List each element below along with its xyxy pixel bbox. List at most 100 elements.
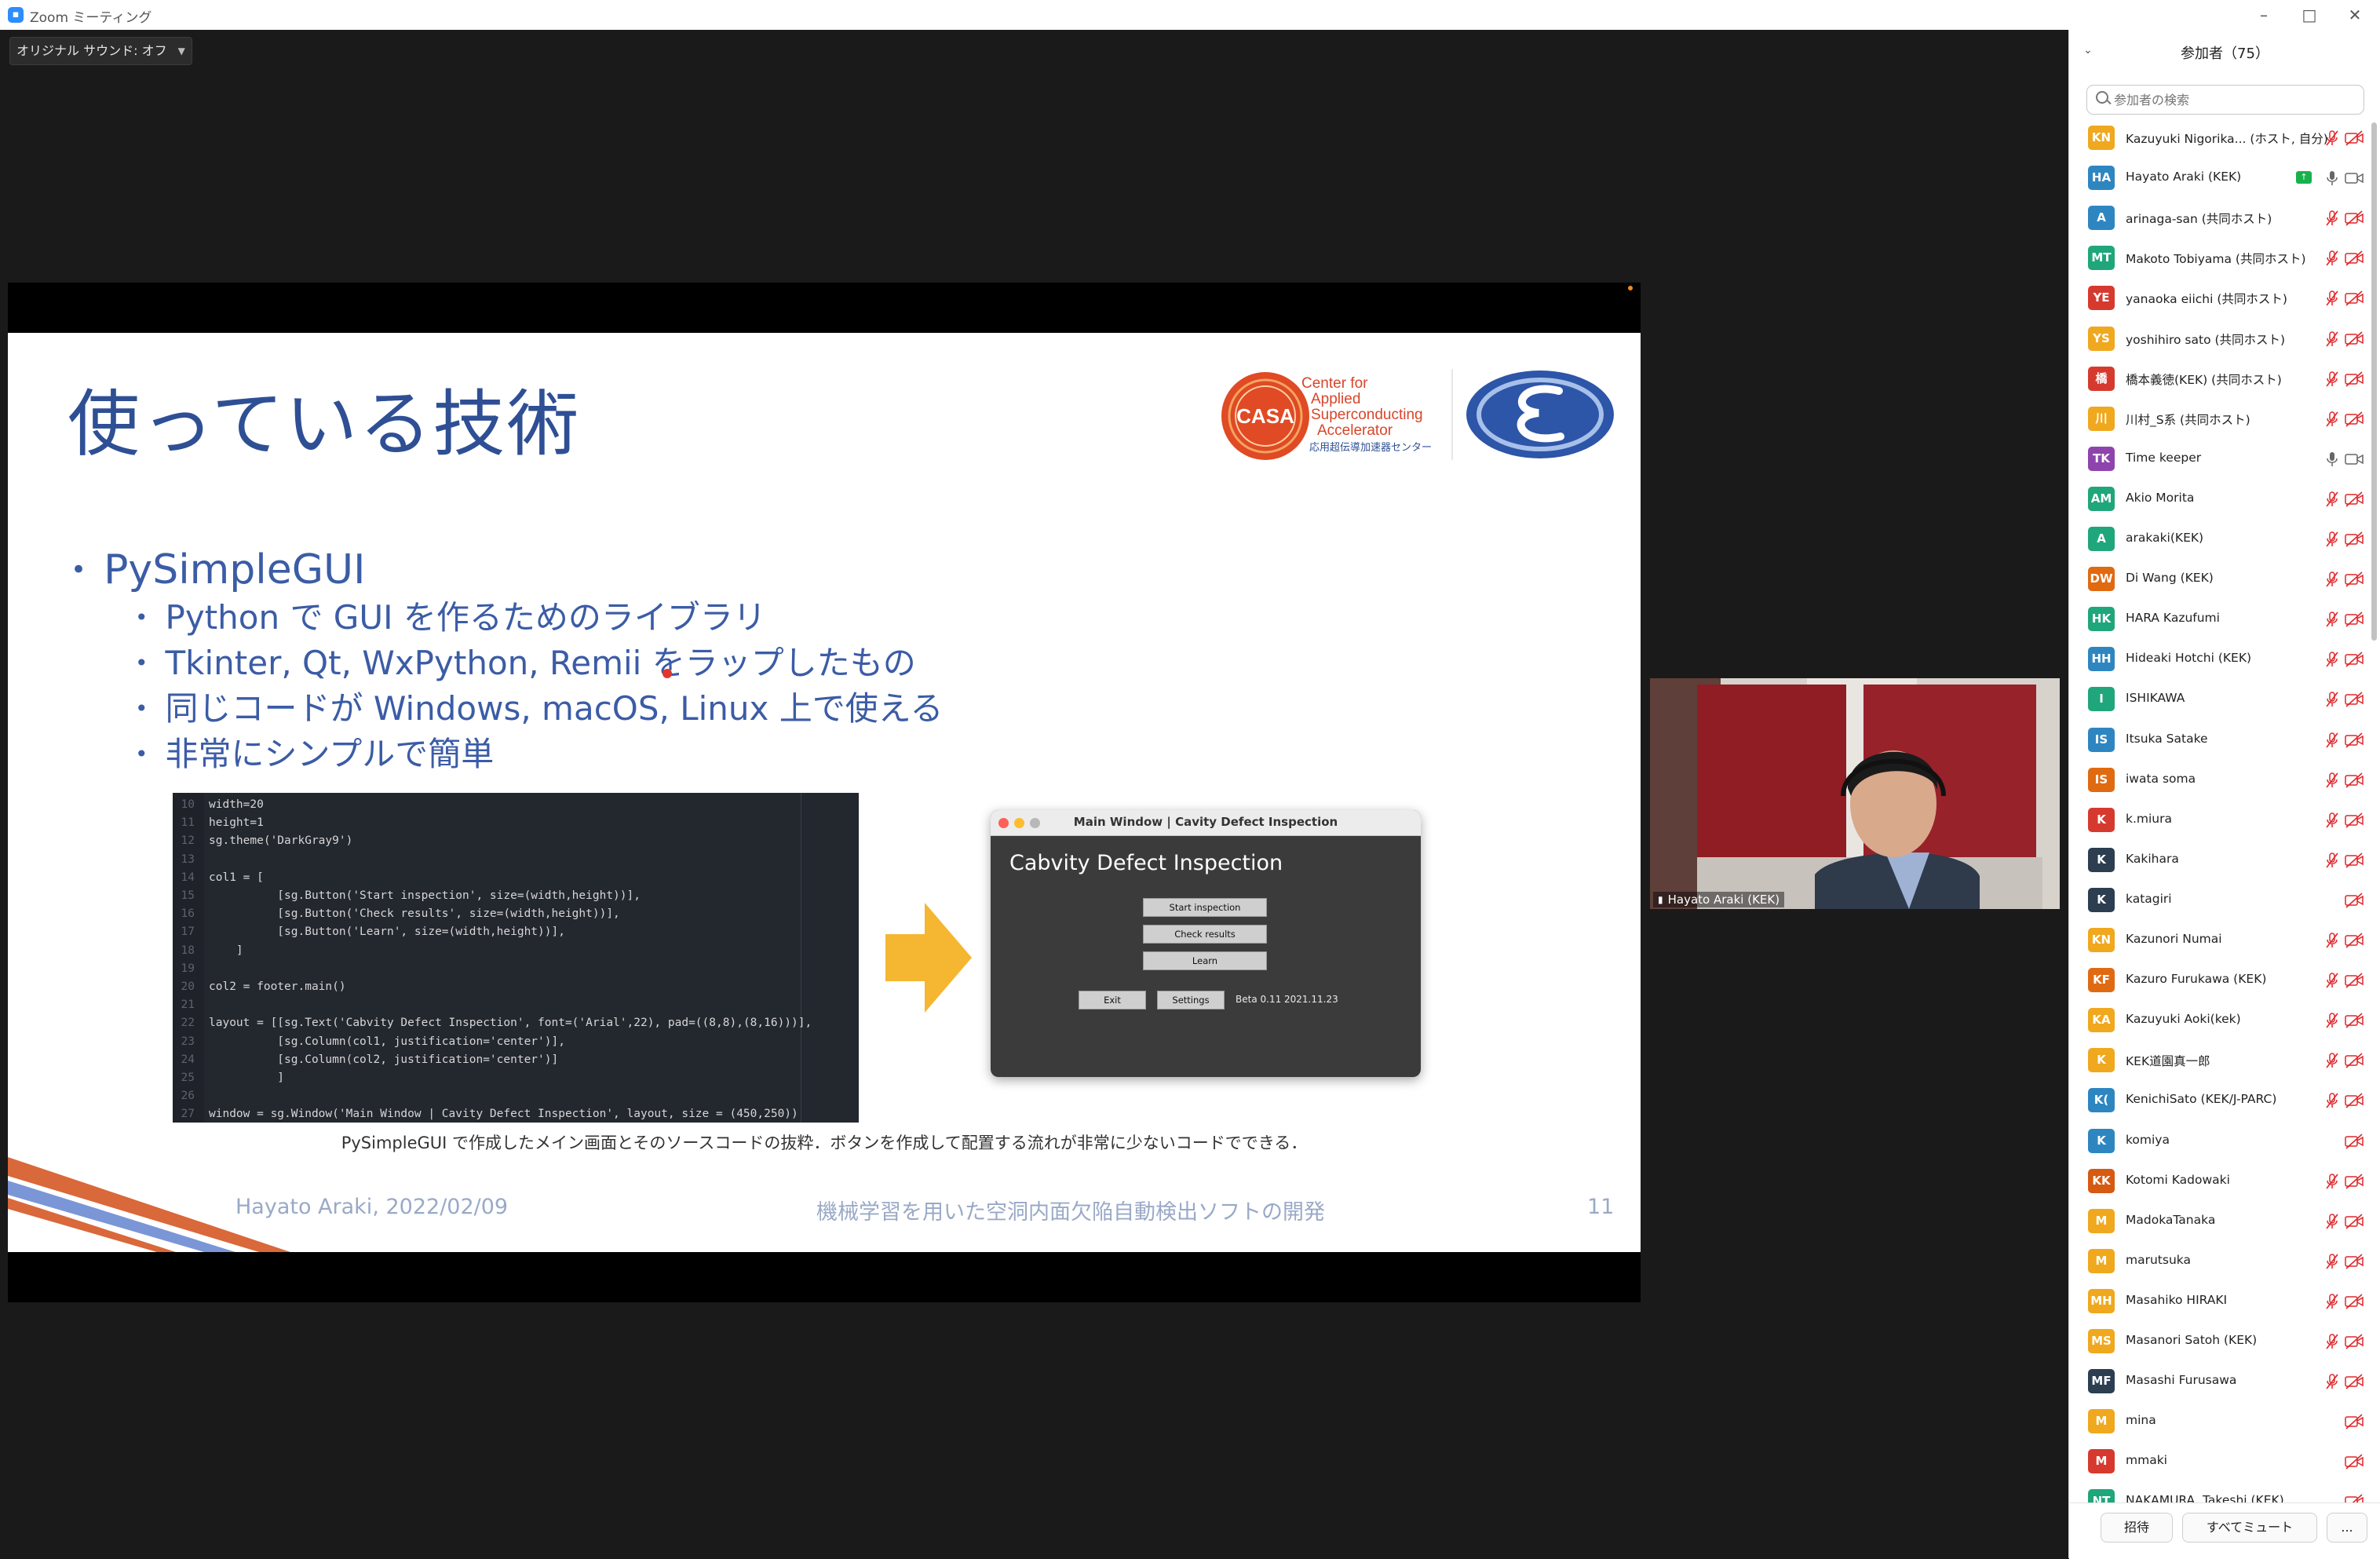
video-camera-off-icon[interactable] — [2345, 330, 2364, 347]
microphone-muted-icon[interactable] — [2326, 692, 2338, 707]
participant-row[interactable]: MF Masashi Furusawa — [2069, 1361, 2380, 1401]
microphone-muted-icon[interactable] — [2326, 772, 2338, 788]
participant-row[interactable]: Aarakaki(KEK) — [2069, 519, 2380, 559]
participant-row[interactable]: NT NAKAMURA, Takeshi (KEK) — [2069, 1481, 2380, 1502]
participant-row[interactable]: Kkatagiri — [2069, 880, 2380, 920]
participant-row[interactable]: Kk.miura — [2069, 800, 2380, 840]
microphone-muted-icon[interactable] — [2326, 1254, 2338, 1269]
participant-row[interactable]: IS iwata soma — [2069, 760, 2380, 800]
microphone-muted-icon[interactable] — [2326, 1093, 2338, 1108]
microphone-muted-icon[interactable] — [2326, 933, 2338, 948]
participant-search-input[interactable] — [2112, 89, 2351, 111]
participant-row[interactable]: MT Makoto Tobiyama (共同ホスト) — [2069, 238, 2380, 278]
microphone-muted-icon[interactable] — [2326, 371, 2338, 387]
video-camera-off-icon[interactable] — [2345, 531, 2364, 547]
video-camera-off-icon[interactable] — [2345, 1173, 2364, 1189]
participant-row[interactable]: KF Kazuro Furukawa (KEK) — [2069, 960, 2380, 1000]
video-camera-off-icon[interactable] — [2345, 772, 2364, 788]
participant-row[interactable]: K KEK道園真一郎 — [2069, 1040, 2380, 1080]
microphone-icon[interactable] — [2326, 170, 2338, 186]
participant-row[interactable]: I ISHIKAWA — [2069, 679, 2380, 719]
participant-row[interactable]: KK Kotomi Kadowaki — [2069, 1161, 2380, 1201]
video-camera-off-icon[interactable] — [2345, 290, 2364, 306]
video-camera-icon[interactable] — [2345, 170, 2364, 186]
video-camera-off-icon[interactable] — [2345, 933, 2364, 948]
microphone-muted-icon[interactable] — [2326, 411, 2338, 427]
microphone-muted-icon[interactable] — [2326, 250, 2338, 266]
mute-all-button[interactable]: すべてミュート — [2182, 1513, 2317, 1543]
video-camera-off-icon[interactable] — [2345, 812, 2364, 828]
video-camera-off-icon[interactable] — [2345, 371, 2364, 387]
video-camera-off-icon[interactable] — [2345, 1254, 2364, 1269]
microphone-muted-icon[interactable] — [2326, 612, 2338, 627]
participant-row[interactable]: M MadokaTanaka — [2069, 1201, 2380, 1241]
microphone-muted-icon[interactable] — [2326, 1213, 2338, 1229]
microphone-muted-icon[interactable] — [2326, 1374, 2338, 1389]
microphone-icon[interactable] — [2326, 451, 2338, 467]
video-camera-off-icon[interactable] — [2345, 1454, 2364, 1470]
video-camera-off-icon[interactable] — [2345, 1013, 2364, 1028]
participant-row[interactable]: 橋橋本義徳(KEK) (共同ホスト) — [2069, 359, 2380, 399]
participant-row[interactable]: HA Hayato Araki (KEK) ↑ — [2069, 158, 2380, 198]
video-camera-off-icon[interactable] — [2345, 210, 2364, 226]
video-camera-off-icon[interactable] — [2345, 973, 2364, 988]
video-camera-off-icon[interactable] — [2345, 612, 2364, 627]
microphone-muted-icon[interactable] — [2326, 1053, 2338, 1068]
participant-row[interactable]: Mmmaki — [2069, 1441, 2380, 1481]
invite-button[interactable]: 招待 — [2101, 1513, 2173, 1543]
participant-row[interactable]: KA Kazuyuki Aoki(kek) — [2069, 1000, 2380, 1040]
participant-row[interactable]: KN Kazunori Numai — [2069, 920, 2380, 960]
video-camera-icon[interactable] — [2345, 451, 2364, 467]
participant-scrollbar-thumb[interactable] — [2371, 122, 2377, 641]
minimize-icon[interactable]: – — [2242, 3, 2286, 27]
video-tile[interactable]: ▮ Hayato Araki (KEK) — [1650, 678, 2060, 909]
participant-row[interactable]: MH Masahiko HIRAKI — [2069, 1281, 2380, 1321]
microphone-muted-icon[interactable] — [2326, 1294, 2338, 1309]
video-camera-off-icon[interactable] — [2345, 1414, 2364, 1429]
participant-list[interactable]: KN Kazuyuki Nigorika... (ホスト, 自分) HA Hayato… — [2069, 118, 2380, 1502]
video-camera-off-icon[interactable] — [2345, 1494, 2364, 1502]
microphone-muted-icon[interactable] — [2326, 853, 2338, 868]
microphone-muted-icon[interactable] — [2326, 571, 2338, 587]
microphone-muted-icon[interactable] — [2326, 732, 2338, 748]
microphone-muted-icon[interactable] — [2326, 973, 2338, 988]
participant-row[interactable]: AM Akio Morita — [2069, 479, 2380, 519]
original-sound-toggle[interactable]: オリジナル サウンド: オフ ▼ — [9, 37, 192, 65]
participant-row[interactable]: KN Kazuyuki Nigorika... (ホスト, 自分) — [2069, 118, 2380, 158]
participant-row[interactable]: 川川村_S系 (共同ホスト) — [2069, 399, 2380, 439]
participant-row[interactable]: Aarinaga-san (共同ホスト) — [2069, 198, 2380, 238]
video-camera-off-icon[interactable] — [2345, 652, 2364, 667]
maximize-icon[interactable]: □ — [2287, 3, 2331, 27]
participant-row[interactable]: MS Masanori Satoh (KEK) — [2069, 1321, 2380, 1361]
microphone-muted-icon[interactable] — [2326, 1013, 2338, 1028]
microphone-muted-icon[interactable] — [2326, 290, 2338, 306]
video-camera-off-icon[interactable] — [2345, 1374, 2364, 1389]
video-camera-off-icon[interactable] — [2345, 491, 2364, 507]
video-camera-off-icon[interactable] — [2345, 250, 2364, 266]
chevron-down-icon[interactable]: ▼ — [178, 38, 185, 64]
video-camera-off-icon[interactable] — [2345, 1093, 2364, 1108]
participant-row[interactable]: Mmarutsuka — [2069, 1241, 2380, 1281]
video-camera-off-icon[interactable] — [2345, 1053, 2364, 1068]
microphone-muted-icon[interactable] — [2326, 652, 2338, 667]
microphone-muted-icon[interactable] — [2326, 491, 2338, 507]
close-icon[interactable]: ✕ — [2333, 3, 2377, 27]
microphone-muted-icon[interactable] — [2326, 330, 2338, 347]
microphone-muted-icon[interactable] — [2326, 812, 2338, 828]
participant-row[interactable]: IS Itsuka Satake — [2069, 720, 2380, 760]
video-camera-off-icon[interactable] — [2345, 1214, 2364, 1229]
participant-search[interactable] — [2086, 85, 2364, 115]
participant-row[interactable]: K Kakihara — [2069, 840, 2380, 880]
video-camera-off-icon[interactable] — [2345, 732, 2364, 748]
participant-row[interactable]: Mmina — [2069, 1401, 2380, 1441]
participant-row[interactable]: YE yanaoka eiichi (共同ホスト) — [2069, 278, 2380, 318]
video-camera-off-icon[interactable] — [2345, 1294, 2364, 1309]
microphone-muted-icon[interactable] — [2326, 1173, 2338, 1189]
video-camera-off-icon[interactable] — [2345, 411, 2364, 427]
video-camera-off-icon[interactable] — [2345, 692, 2364, 707]
video-camera-off-icon[interactable] — [2345, 130, 2364, 146]
microphone-muted-icon[interactable] — [2326, 130, 2338, 146]
participant-row[interactable]: YS yoshihiro sato (共同ホスト) — [2069, 319, 2380, 359]
video-camera-off-icon[interactable] — [2345, 1133, 2364, 1149]
participant-row[interactable]: K(KenichiSato (KEK/J-PARC) — [2069, 1080, 2380, 1120]
